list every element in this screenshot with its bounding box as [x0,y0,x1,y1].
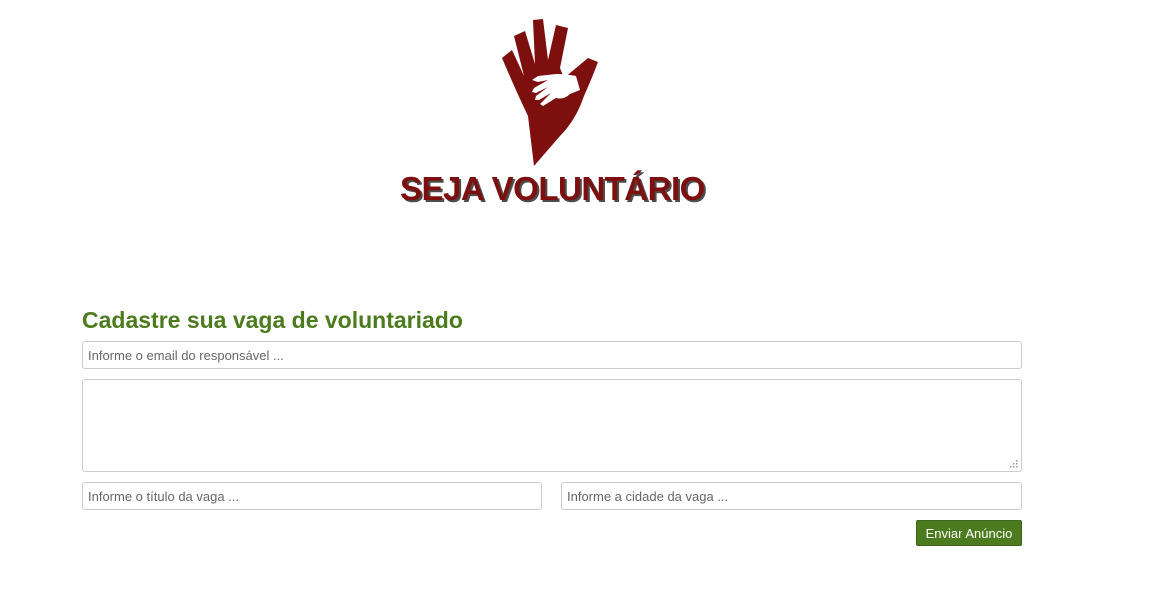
logo: SEJA VOLUNTÁRIO [398,14,708,214]
resize-grip-icon[interactable] [1008,458,1019,469]
city-field[interactable] [561,482,1022,510]
submit-button[interactable]: Enviar Anúncio [916,520,1022,546]
hand-icon [502,19,598,166]
description-field[interactable] [82,379,1022,472]
form-title: Cadastre sua vaga de voluntariado [82,307,463,333]
email-field[interactable] [82,341,1022,369]
logo-text: SEJA VOLUNTÁRIO [400,170,705,207]
job-title-field[interactable] [82,482,542,510]
